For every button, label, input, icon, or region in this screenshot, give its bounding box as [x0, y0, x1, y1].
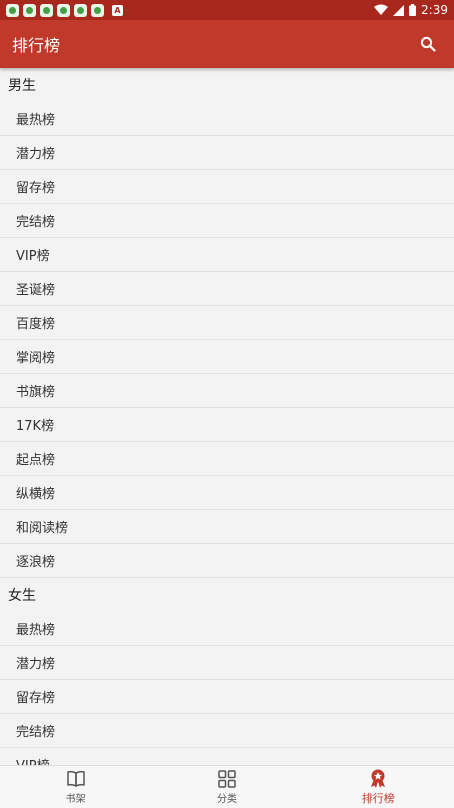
list-item[interactable]: 完结榜: [0, 204, 454, 238]
status-bar: A 2:39: [0, 0, 454, 20]
app-notification-icon: [6, 3, 19, 17]
nav-label: 书架: [65, 793, 86, 805]
app-notification-icon: [40, 3, 53, 17]
app-notification-icon: [57, 3, 70, 17]
app-notification-icon: [91, 3, 104, 17]
grid-icon: [218, 769, 236, 788]
nav-label: 分类: [216, 793, 237, 805]
list-item[interactable]: VIP榜: [0, 748, 454, 765]
list-item[interactable]: 书旗榜: [0, 374, 454, 408]
bottom-nav: 书架 分类 排行榜: [0, 765, 454, 808]
list-item[interactable]: VIP榜: [0, 238, 454, 272]
battery-icon: [409, 4, 417, 16]
list-item[interactable]: 潜力榜: [0, 136, 454, 170]
list-item[interactable]: 百度榜: [0, 306, 454, 340]
nav-item-category[interactable]: 分类: [151, 766, 302, 808]
list-item[interactable]: 纵横榜: [0, 476, 454, 510]
system-status: 2:39: [374, 3, 448, 17]
app-bar: 排行榜: [0, 20, 454, 68]
nav-item-ranking[interactable]: 排行榜: [303, 766, 454, 808]
list-item[interactable]: 完结榜: [0, 714, 454, 748]
app-notification-icon: [74, 3, 87, 17]
list-item[interactable]: 17K榜: [0, 408, 454, 442]
status-time: 2:39: [421, 3, 448, 17]
list-item[interactable]: 留存榜: [0, 680, 454, 714]
ranking-list[interactable]: 男生 最热榜 潜力榜 留存榜 完结榜 VIP榜 圣诞榜 百度榜 掌阅榜 书旗榜 …: [0, 68, 454, 765]
wifi-icon: [374, 4, 389, 15]
award-icon: [371, 769, 386, 788]
book-icon: [66, 770, 85, 787]
section-header-male: 男生: [8, 78, 36, 94]
list-item[interactable]: 和阅读榜: [0, 510, 454, 544]
list-item[interactable]: 最热榜: [0, 612, 454, 646]
list-item[interactable]: 留存榜: [0, 170, 454, 204]
search-icon: [420, 36, 436, 52]
list-item[interactable]: 圣诞榜: [0, 272, 454, 306]
nav-label: 排行榜: [361, 791, 395, 805]
signal-icon: [393, 4, 405, 16]
a-badge-icon: A: [112, 4, 123, 16]
search-button[interactable]: [414, 30, 442, 58]
nav-item-bookshelf[interactable]: 书架: [0, 766, 151, 808]
list-item[interactable]: 逐浪榜: [0, 544, 454, 578]
list-item[interactable]: 潜力榜: [0, 646, 454, 680]
notification-icons: A: [6, 3, 123, 17]
section-header-female: 女生: [8, 588, 36, 604]
app-notification-icon: [23, 3, 36, 17]
list-item[interactable]: 起点榜: [0, 442, 454, 476]
list-item[interactable]: 最热榜: [0, 102, 454, 136]
list-item[interactable]: 掌阅榜: [0, 340, 454, 374]
page-title: 排行榜: [12, 36, 61, 55]
